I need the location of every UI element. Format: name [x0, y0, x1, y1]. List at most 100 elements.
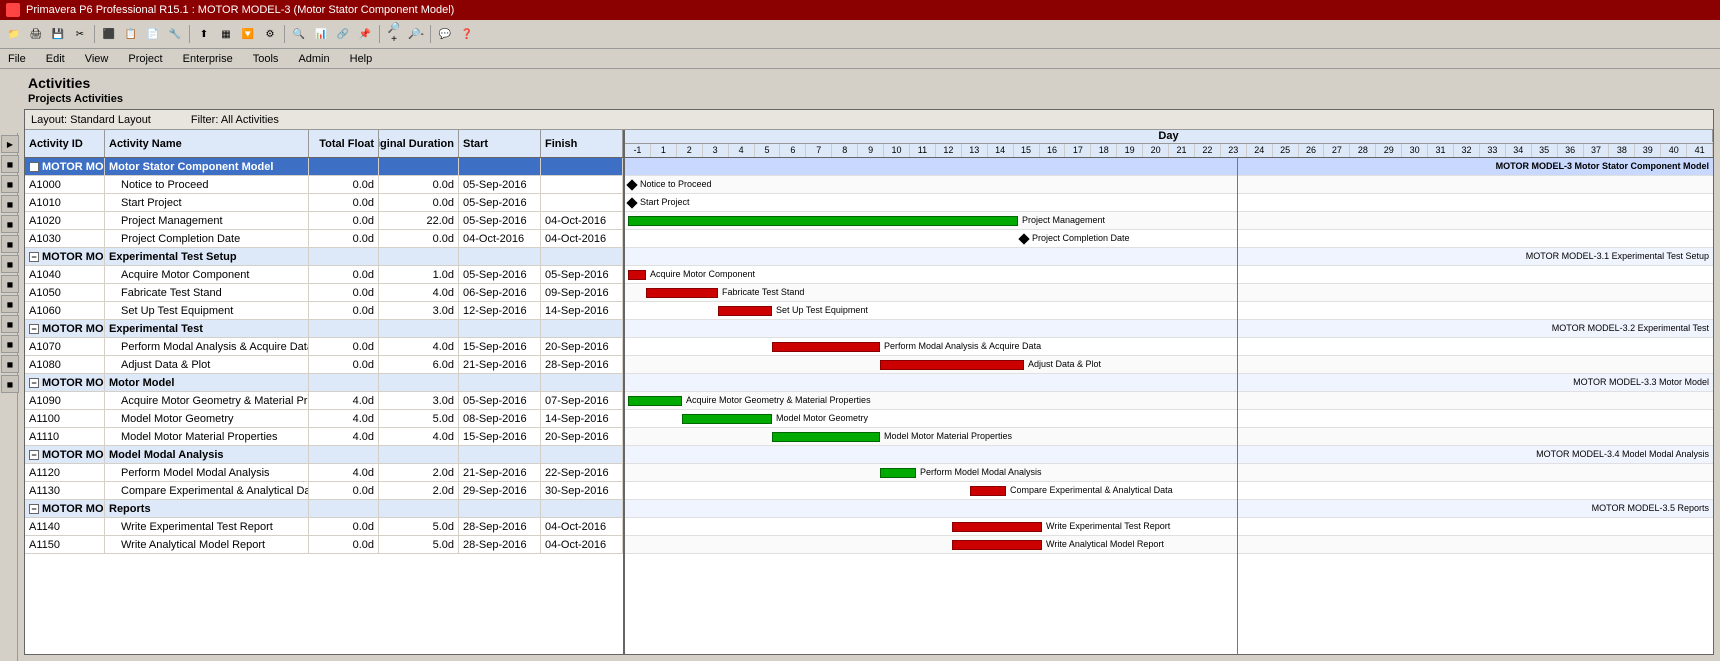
gantt-row[interactable]: MOTOR MODEL-3.3 Motor Model	[625, 374, 1713, 392]
gantt-row[interactable]: Start Project	[625, 194, 1713, 212]
toolbar-btn-9[interactable]: ⬆	[194, 24, 214, 44]
menu-project[interactable]: Project	[124, 52, 166, 66]
td-activity-name: Set Up Test Equipment	[105, 302, 309, 319]
toolbar-btn-18[interactable]: 🔎-	[406, 24, 426, 44]
table-row[interactable]: −MOTOR MODEL-3.5Reports	[25, 500, 623, 518]
nav-item-6[interactable]: ◼	[1, 235, 19, 253]
gantt-label: MOTOR MODEL-3.1 Experimental Test Setup	[1526, 251, 1709, 261]
nav-item-11[interactable]: ◼	[1, 335, 19, 353]
gantt-row[interactable]: MOTOR MODEL-3 Motor Stator Component Mod…	[625, 158, 1713, 176]
expand-icon[interactable]: −	[29, 504, 39, 514]
nav-item-3[interactable]: ◼	[1, 175, 19, 193]
toolbar-btn-5[interactable]: ⬛	[99, 24, 119, 44]
gantt-row[interactable]: Fabricate Test Stand	[625, 284, 1713, 302]
table-row[interactable]: A1140Write Experimental Test Report0.0d5…	[25, 518, 623, 536]
table-row[interactable]: A1070Perform Modal Analysis & Acquire Da…	[25, 338, 623, 356]
nav-item-4[interactable]: ◼	[1, 195, 19, 213]
gantt-row[interactable]: Project Management	[625, 212, 1713, 230]
toolbar-btn-17[interactable]: 🔎+	[384, 24, 404, 44]
toolbar-btn-19[interactable]: 💬	[435, 24, 455, 44]
th-total-float[interactable]: Total Float	[309, 130, 379, 157]
nav-item-8[interactable]: ◼	[1, 275, 19, 293]
gantt-col-21: 21	[1169, 144, 1195, 157]
table-row[interactable]: A1080Adjust Data & Plot0.0d6.0d21-Sep-20…	[25, 356, 623, 374]
menu-help[interactable]: Help	[346, 52, 377, 66]
toolbar-btn-10[interactable]: ▦	[216, 24, 236, 44]
table-row[interactable]: A1090Acquire Motor Geometry & Material P…	[25, 392, 623, 410]
gantt-row[interactable]: MOTOR MODEL-3.4 Model Modal Analysis	[625, 446, 1713, 464]
gantt-row[interactable]: Write Experimental Test Report	[625, 518, 1713, 536]
gantt-row[interactable]: Perform Model Modal Analysis	[625, 464, 1713, 482]
gantt-row[interactable]: Set Up Test Equipment	[625, 302, 1713, 320]
nav-item-2[interactable]: ◼	[1, 155, 19, 173]
table-row[interactable]: A1000Notice to Proceed0.0d0.0d05-Sep-201…	[25, 176, 623, 194]
table-row[interactable]: −MOTOR MODEL-3.4Model Modal Analysis	[25, 446, 623, 464]
toolbar-btn-11[interactable]: 🔽	[238, 24, 258, 44]
nav-item-7[interactable]: ◼	[1, 255, 19, 273]
table-row[interactable]: A1120Perform Model Modal Analysis4.0d2.0…	[25, 464, 623, 482]
toolbar-btn-12[interactable]: ⚙	[260, 24, 280, 44]
toolbar-btn-7[interactable]: 📄	[143, 24, 163, 44]
toolbar-btn-1[interactable]: 📁	[4, 24, 24, 44]
menu-file[interactable]: File	[4, 52, 30, 66]
gantt-row[interactable]: Acquire Motor Component	[625, 266, 1713, 284]
expand-icon[interactable]: −	[29, 252, 39, 262]
th-finish[interactable]: Finish	[541, 130, 623, 157]
table-row[interactable]: A1030Project Completion Date0.0d0.0d04-O…	[25, 230, 623, 248]
table-row[interactable]: A1110Model Motor Material Properties4.0d…	[25, 428, 623, 446]
menu-tools[interactable]: Tools	[249, 52, 283, 66]
gantt-row[interactable]: Project Completion Date	[625, 230, 1713, 248]
table-row[interactable]: −MOTOR MODEL-3Motor Stator Component Mod…	[25, 158, 623, 176]
gantt-row[interactable]: Perform Modal Analysis & Acquire Data	[625, 338, 1713, 356]
table-row[interactable]: A1100Model Motor Geometry4.0d5.0d08-Sep-…	[25, 410, 623, 428]
th-activity-id[interactable]: Activity ID	[25, 130, 105, 157]
gantt-row[interactable]: MOTOR MODEL-3.2 Experimental Test	[625, 320, 1713, 338]
toolbar-btn-4[interactable]: ✂	[70, 24, 90, 44]
gantt-row[interactable]: MOTOR MODEL-3.5 Reports	[625, 500, 1713, 518]
table-row[interactable]: A1130Compare Experimental & Analytical D…	[25, 482, 623, 500]
table-row[interactable]: A1020Project Management0.0d22.0d05-Sep-2…	[25, 212, 623, 230]
toolbar-btn-20[interactable]: ❓	[457, 24, 477, 44]
th-orig-dur[interactable]: Original Duration	[379, 130, 459, 157]
gantt-row[interactable]: Write Analytical Model Report	[625, 536, 1713, 554]
gantt-row[interactable]: Model Motor Geometry	[625, 410, 1713, 428]
th-activity-name[interactable]: Activity Name	[105, 130, 309, 157]
toolbar-btn-13[interactable]: 🔍	[289, 24, 309, 44]
nav-item-5[interactable]: ◼	[1, 215, 19, 233]
menu-view[interactable]: View	[81, 52, 113, 66]
toolbar-btn-8[interactable]: 🔧	[165, 24, 185, 44]
nav-item-1[interactable]: ▶	[1, 135, 19, 153]
toolbar-btn-15[interactable]: 🔗	[333, 24, 353, 44]
menu-admin[interactable]: Admin	[294, 52, 333, 66]
gantt-row[interactable]: MOTOR MODEL-3.1 Experimental Test Setup	[625, 248, 1713, 266]
table-row[interactable]: A1060Set Up Test Equipment0.0d3.0d12-Sep…	[25, 302, 623, 320]
menu-edit[interactable]: Edit	[42, 52, 69, 66]
gantt-row[interactable]: Compare Experimental & Analytical Data	[625, 482, 1713, 500]
toolbar-btn-2[interactable]: 🖨	[26, 24, 46, 44]
table-row[interactable]: A1050Fabricate Test Stand0.0d4.0d06-Sep-…	[25, 284, 623, 302]
nav-item-12[interactable]: ◼	[1, 355, 19, 373]
nav-item-9[interactable]: ◼	[1, 295, 19, 313]
table-row[interactable]: −MOTOR MODEL-3.1Experimental Test Setup	[25, 248, 623, 266]
expand-icon[interactable]: −	[29, 450, 39, 460]
gantt-row[interactable]: Notice to Proceed	[625, 176, 1713, 194]
table-row[interactable]: −MOTOR MODEL-3.3Motor Model	[25, 374, 623, 392]
nav-item-13[interactable]: ◼	[1, 375, 19, 393]
toolbar-btn-6[interactable]: 📋	[121, 24, 141, 44]
gantt-row[interactable]: Acquire Motor Geometry & Material Proper…	[625, 392, 1713, 410]
expand-icon[interactable]: −	[29, 378, 39, 388]
expand-icon[interactable]: −	[29, 162, 39, 172]
table-row[interactable]: A1010Start Project0.0d0.0d05-Sep-2016	[25, 194, 623, 212]
table-row[interactable]: −MOTOR MODEL-3.2Experimental Test	[25, 320, 623, 338]
table-row[interactable]: A1040Acquire Motor Component0.0d1.0d05-S…	[25, 266, 623, 284]
table-row[interactable]: A1150Write Analytical Model Report0.0d5.…	[25, 536, 623, 554]
toolbar-btn-3[interactable]: 💾	[48, 24, 68, 44]
toolbar-btn-16[interactable]: 📌	[355, 24, 375, 44]
nav-item-10[interactable]: ◼	[1, 315, 19, 333]
menu-enterprise[interactable]: Enterprise	[179, 52, 237, 66]
gantt-row[interactable]: Adjust Data & Plot	[625, 356, 1713, 374]
expand-icon[interactable]: −	[29, 324, 39, 334]
toolbar-btn-14[interactable]: 📊	[311, 24, 331, 44]
gantt-row[interactable]: Model Motor Material Properties	[625, 428, 1713, 446]
th-start[interactable]: Start	[459, 130, 541, 157]
